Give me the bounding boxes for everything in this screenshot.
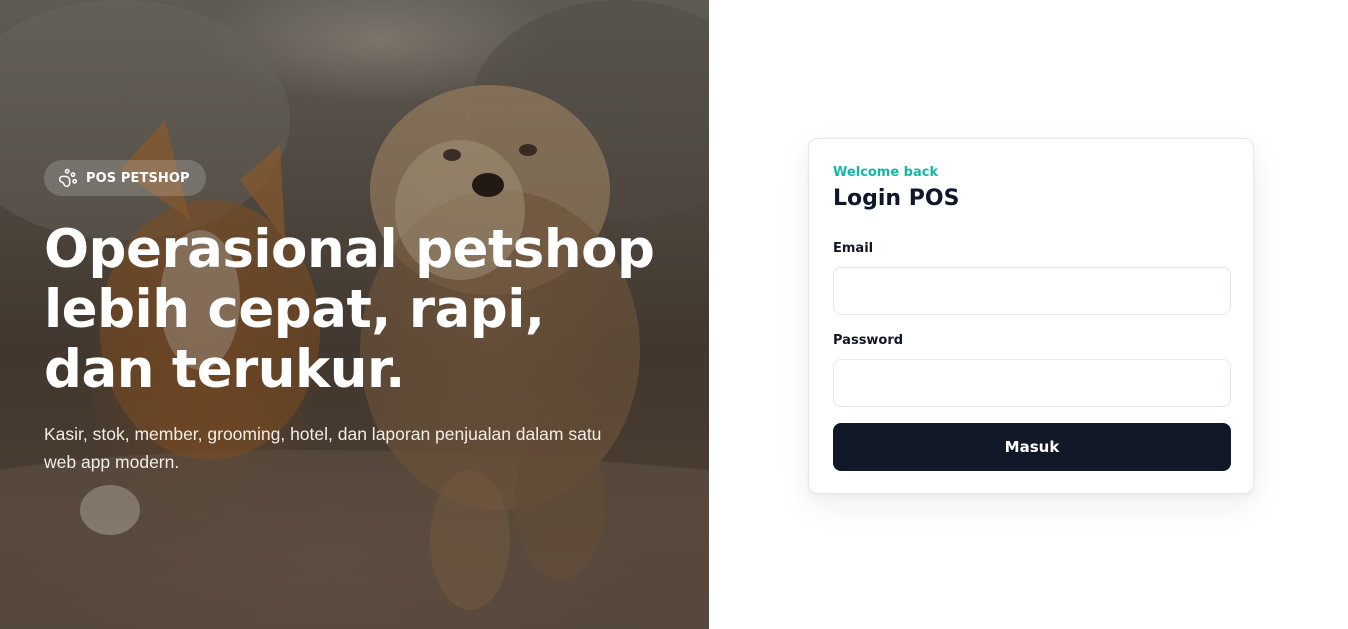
email-label: Email xyxy=(833,241,874,256)
hero-headline: Operasional petshop lebih cepat, rapi, d… xyxy=(44,220,684,400)
login-title: Login POS xyxy=(833,186,960,211)
brand-name: POS PETSHOP xyxy=(86,170,190,186)
welcome-text: Welcome back xyxy=(833,165,939,180)
hero-panel: POS PETSHOP Operasional petshop lebih ce… xyxy=(0,0,709,629)
hero-headline-line3: dan terukur. xyxy=(44,339,405,400)
hero-headline-line2: lebih cepat, rapi, xyxy=(44,279,545,340)
hero-subtext: Kasir, stok, member, grooming, hotel, da… xyxy=(44,424,602,472)
brand-badge: POS PETSHOP xyxy=(44,160,206,196)
hero-headline-line1: Operasional petshop xyxy=(44,219,655,280)
login-button[interactable]: Masuk xyxy=(833,423,1231,471)
paw-icon xyxy=(58,168,78,188)
password-field[interactable] xyxy=(833,359,1231,407)
email-field[interactable] xyxy=(833,267,1231,315)
login-card: Welcome back Login POS Email Password Ma… xyxy=(808,138,1254,494)
password-label: Password xyxy=(833,333,904,348)
